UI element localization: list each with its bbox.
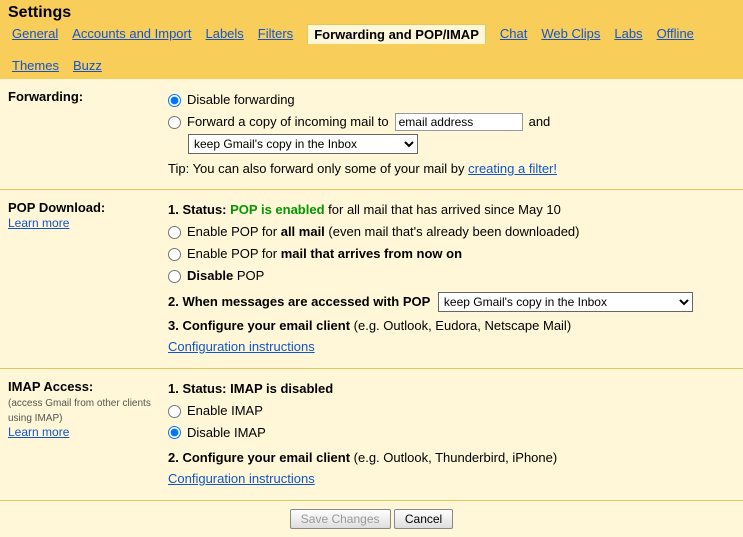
forwarding-enable-post: and (529, 112, 551, 133)
pop-config-instructions-link[interactable]: Configuration instructions (168, 339, 315, 354)
imap-enable-radio[interactable] (168, 405, 181, 418)
tab-web-clips[interactable]: Web Clips (541, 26, 600, 44)
tab-filters[interactable]: Filters (258, 26, 293, 44)
tab-themes[interactable]: Themes (12, 58, 59, 73)
forwarding-disable-label: Disable forwarding (187, 90, 295, 111)
pop-disable-radio[interactable] (168, 270, 181, 283)
pop-opt3-bold: Disable (187, 268, 233, 283)
pop-status-rest: for all mail that has arrived since May … (325, 202, 561, 217)
pop-opt1-pre: Enable POP for (187, 224, 281, 239)
forwarding-tip: Tip: You can also forward only some of y… (168, 161, 468, 176)
pop-opt1-post: (even mail that's already been downloade… (325, 224, 580, 239)
pop-status-value: POP is enabled (230, 202, 324, 217)
imap-config-instructions-link[interactable]: Configuration instructions (168, 471, 315, 486)
imap-configure-label: 2. Configure your email client (168, 450, 350, 465)
pop-learn-more-link[interactable]: Learn more (8, 216, 69, 230)
page-title: Settings (8, 4, 735, 22)
pop-now-on-radio[interactable] (168, 248, 181, 261)
tab-accounts-and-import[interactable]: Accounts and Import (72, 26, 191, 44)
tab-forwarding-and-pop-imap[interactable]: Forwarding and POP/IMAP (307, 24, 486, 44)
pop-configure-label: 3. Configure your email client (168, 318, 350, 333)
pop-when-label: 2. When messages are accessed with POP (168, 294, 430, 309)
forwarding-email-input[interactable] (395, 113, 523, 131)
imap-disable-radio[interactable] (168, 426, 181, 439)
forwarding-label: Forwarding: (8, 89, 83, 104)
imap-status-text: IMAP is disabled (230, 381, 333, 396)
section-forwarding: Forwarding: Disable forwarding Forward a… (0, 79, 743, 190)
imap-disable-label: Disable IMAP (187, 423, 266, 444)
pop-opt3-post: POP (233, 268, 264, 283)
imap-learn-more-link[interactable]: Learn more (8, 425, 69, 439)
tab-buzz[interactable]: Buzz (73, 58, 102, 73)
forwarding-enable-pre: Forward a copy of incoming mail to (187, 112, 389, 133)
forwarding-disable-radio[interactable] (168, 94, 181, 107)
imap-label: IMAP Access: (8, 379, 93, 394)
create-filter-link[interactable]: creating a filter! (468, 161, 557, 176)
pop-opt2-pre: Enable POP for (187, 246, 281, 261)
section-imap: IMAP Access: (access Gmail from other cl… (0, 369, 743, 501)
tab-labs[interactable]: Labs (614, 26, 642, 44)
pop-all-mail-radio[interactable] (168, 226, 181, 239)
pop-label: POP Download: (8, 200, 105, 215)
pop-opt2-bold: mail that arrives from now on (281, 246, 462, 261)
cancel-button[interactable]: Cancel (394, 509, 453, 529)
settings-tabs: General Accounts and Import Labels Filters F… (8, 26, 735, 79)
tab-chat[interactable]: Chat (500, 26, 527, 44)
pop-configure-rest: (e.g. Outlook, Eudora, Netscape Mail) (350, 318, 571, 333)
section-pop: POP Download: Learn more 1. Status: POP … (0, 190, 743, 369)
forwarding-keep-select[interactable]: keep Gmail's copy in the Inbox (188, 134, 418, 154)
forwarding-enable-radio[interactable] (168, 116, 181, 129)
pop-status-num: 1. Status: (168, 202, 230, 217)
imap-sub: (access Gmail from other clients using I… (8, 398, 151, 424)
imap-configure-rest: (e.g. Outlook, Thunderbird, iPhone) (350, 450, 557, 465)
save-changes-button[interactable]: Save Changes (290, 509, 391, 529)
pop-when-select[interactable]: keep Gmail's copy in the Inbox (438, 292, 693, 312)
footer: Save Changes Cancel (0, 501, 743, 537)
tab-labels[interactable]: Labels (205, 26, 243, 44)
imap-status-num: 1. Status: (168, 381, 230, 396)
pop-opt1-bold: all mail (281, 224, 325, 239)
imap-enable-label: Enable IMAP (187, 401, 263, 422)
tab-general[interactable]: General (12, 26, 58, 44)
tab-offline[interactable]: Offline (657, 26, 694, 44)
